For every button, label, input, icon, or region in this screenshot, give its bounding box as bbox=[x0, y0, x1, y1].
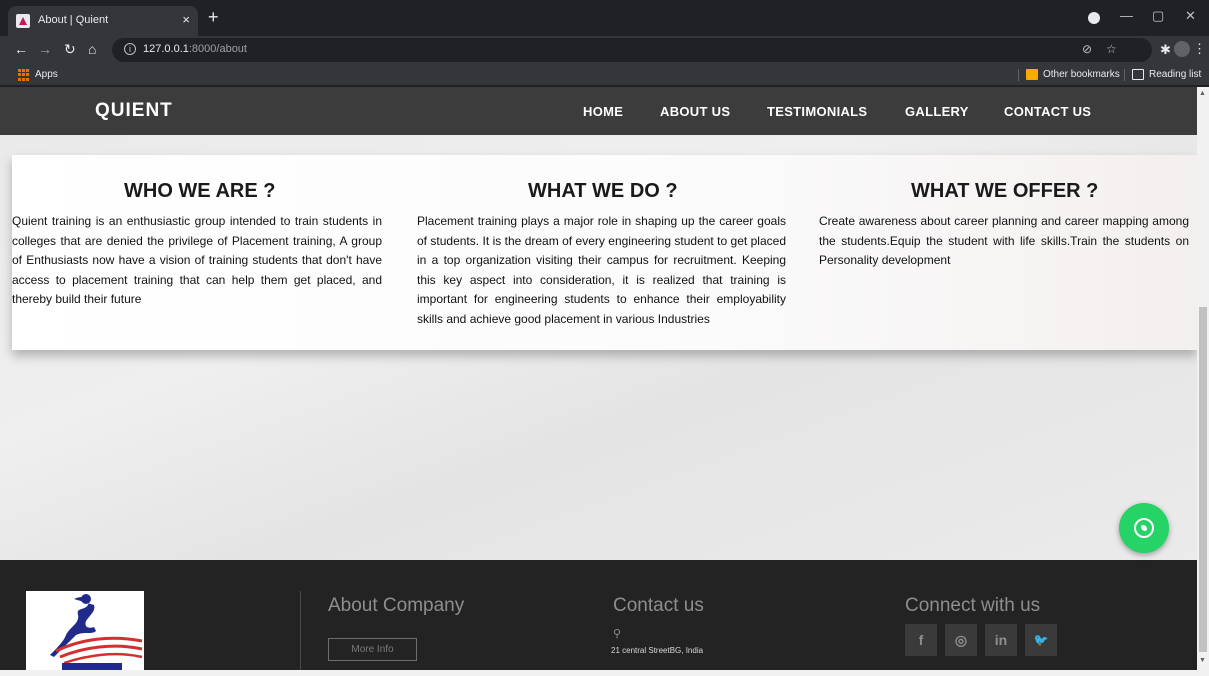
folder-icon[interactable] bbox=[1026, 69, 1038, 80]
connect-heading: Connect with us bbox=[905, 595, 1041, 616]
section-title: WHAT WE DO ? bbox=[528, 180, 678, 202]
minimize-icon[interactable]: — bbox=[1120, 8, 1133, 23]
address-bar[interactable]: i 127.0.0.1:8000/about ⊘ ☆ bbox=[112, 38, 1152, 62]
tab-title: About | Quient bbox=[38, 14, 109, 26]
site-header: QUIENT HOME ABOUT US TESTIMONIALS GALLER… bbox=[0, 87, 1197, 135]
whatsapp-chat-button[interactable] bbox=[1119, 503, 1169, 553]
site-logo-text[interactable]: QUIENT bbox=[95, 100, 173, 122]
vertical-scrollbar[interactable]: ▲ ▼ bbox=[1197, 87, 1209, 670]
about-card: WHO WE ARE ? Quient training is an enthu… bbox=[12, 155, 1197, 350]
back-arrow-icon[interactable]: ← bbox=[14, 41, 28, 57]
scroll-up-icon[interactable]: ▲ bbox=[1199, 90, 1206, 97]
url-host: 127.0.0.1 bbox=[143, 43, 189, 55]
home-icon[interactable]: ⌂ bbox=[88, 41, 96, 57]
nav-home[interactable]: HOME bbox=[583, 104, 623, 119]
page-viewport: QUIENT HOME ABOUT US TESTIMONIALS GALLER… bbox=[0, 87, 1197, 670]
nav-gallery[interactable]: GALLERY bbox=[905, 104, 969, 119]
other-bookmarks[interactable]: Other bookmarks bbox=[1043, 69, 1120, 80]
bookmark-star-icon[interactable]: ☆ bbox=[1106, 42, 1117, 56]
browser-tab[interactable]: About | Quient × bbox=[8, 6, 198, 36]
profile-indicator-icon[interactable] bbox=[1088, 12, 1100, 24]
bookmarks-bar: Apps Other bookmarks Reading list bbox=[0, 64, 1209, 86]
footer-divider bbox=[300, 591, 301, 670]
url-path: :8000/about bbox=[188, 43, 247, 55]
whatsapp-icon bbox=[1134, 518, 1154, 538]
reading-list[interactable]: Reading list bbox=[1149, 69, 1201, 80]
nav-contact-us[interactable]: CONTACT US bbox=[1004, 104, 1091, 119]
bookmark-divider bbox=[1124, 69, 1125, 81]
bookmark-divider bbox=[1018, 69, 1019, 81]
section-body: Quient training is an enthusiastic group… bbox=[12, 214, 382, 306]
browser-toolbar: ← → ↻ ⌂ i 127.0.0.1:8000/about ⊘ ☆ bbox=[0, 36, 1209, 64]
site-favicon-icon bbox=[16, 14, 30, 28]
apps-bookmark[interactable]: Apps bbox=[35, 69, 58, 80]
browser-tab-bar: About | Quient × + — ▢ ✕ bbox=[0, 0, 1209, 36]
twitter-icon[interactable]: 🐦 bbox=[1025, 624, 1057, 656]
forward-arrow-icon[interactable]: → bbox=[38, 41, 52, 57]
browser-menu-icon[interactable]: ⋮ bbox=[1193, 41, 1206, 57]
avatar[interactable] bbox=[1174, 41, 1190, 57]
reload-icon[interactable]: ↻ bbox=[64, 41, 76, 57]
section-body: Placement training plays a major role in… bbox=[417, 214, 786, 326]
company-logo[interactable] bbox=[26, 591, 144, 670]
tab-close-icon[interactable]: × bbox=[182, 12, 190, 27]
section-title: WHAT WE OFFER ? bbox=[911, 180, 1099, 202]
close-window-icon[interactable]: ✕ bbox=[1185, 8, 1196, 24]
section-title: WHO WE ARE ? bbox=[124, 180, 276, 202]
contact-us-heading: Contact us bbox=[613, 595, 704, 616]
new-tab-button[interactable]: + bbox=[208, 8, 219, 26]
site-footer: About Company More Info Contact us ⚲ 21 … bbox=[0, 560, 1197, 670]
scroll-down-icon[interactable]: ▼ bbox=[1199, 657, 1206, 664]
more-info-button[interactable]: More Info bbox=[328, 638, 417, 661]
instagram-icon[interactable]: ◎ bbox=[945, 624, 977, 656]
maximize-icon[interactable]: ▢ bbox=[1152, 8, 1164, 24]
section-body: Create awareness about career planning a… bbox=[819, 214, 1189, 267]
horizontal-scrollbar[interactable] bbox=[0, 670, 1209, 676]
apps-grid-icon[interactable] bbox=[18, 69, 30, 81]
facebook-icon[interactable]: f bbox=[905, 624, 937, 656]
tracking-protection-icon[interactable]: ⊘ bbox=[1082, 42, 1092, 56]
address-text: 21 central StreetBG, India bbox=[611, 646, 704, 655]
about-company-heading: About Company bbox=[328, 595, 465, 616]
url-text: 127.0.0.1:8000/about bbox=[143, 43, 247, 55]
site-info-icon[interactable]: i bbox=[124, 43, 136, 55]
nav-testimonials[interactable]: TESTIMONIALS bbox=[767, 104, 867, 119]
scrollbar-thumb[interactable] bbox=[1199, 307, 1207, 652]
linkedin-icon[interactable]: in bbox=[985, 624, 1017, 656]
extensions-icon[interactable]: ✱ bbox=[1160, 42, 1171, 58]
location-pin-icon: ⚲ bbox=[613, 628, 622, 640]
nav-about-us[interactable]: ABOUT US bbox=[660, 104, 730, 119]
runner-logo-icon bbox=[50, 594, 143, 670]
reading-list-icon[interactable] bbox=[1132, 69, 1144, 80]
